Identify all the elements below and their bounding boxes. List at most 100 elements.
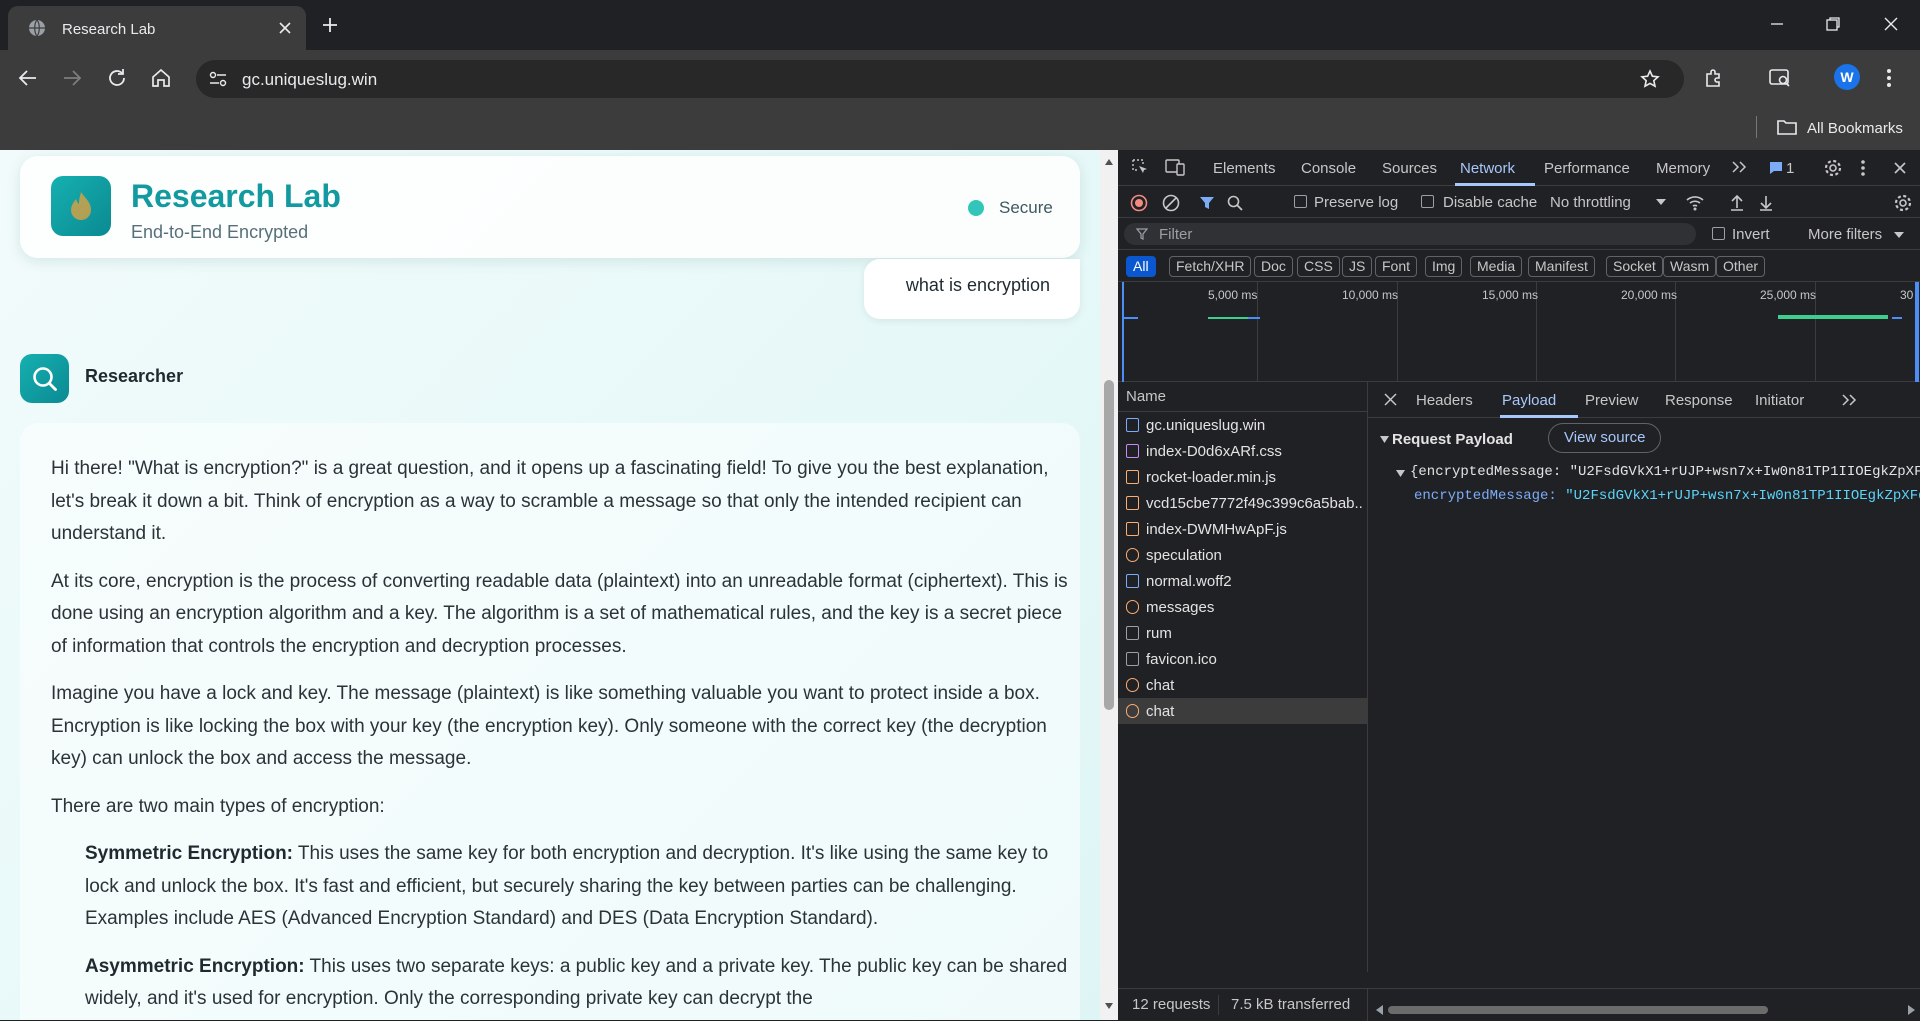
request-row[interactable]: chat <box>1118 672 1367 698</box>
new-tab-icon[interactable] <box>320 15 340 35</box>
request-row[interactable]: index-D0d6xARf.css <box>1118 438 1367 464</box>
scroll-left-arrow-icon[interactable] <box>1376 1005 1383 1015</box>
extensions-icon[interactable] <box>1703 67 1725 89</box>
disable-cache-checkbox[interactable] <box>1421 195 1434 208</box>
browser-tab[interactable]: Research Lab <box>8 6 306 50</box>
request-row[interactable]: index-DWMHwApF.js <box>1118 516 1367 542</box>
request-row[interactable]: favicon.ico <box>1118 646 1367 672</box>
address-bar[interactable]: gc.uniqueslug.win <box>196 60 1684 98</box>
type-filter-font[interactable]: Font <box>1375 256 1418 277</box>
more-filters-button[interactable]: More filters <box>1808 226 1882 243</box>
devtools-tab-memory[interactable]: Memory <box>1656 160 1710 177</box>
browser-menu-icon[interactable] <box>1886 67 1892 89</box>
issues-count[interactable]: 1 <box>1786 160 1794 177</box>
request-list: gc.uniqueslug.win index-D0d6xARf.css roc… <box>1118 412 1368 972</box>
dropdown-arrow-icon[interactable] <box>1656 199 1666 205</box>
site-settings-icon[interactable] <box>209 71 227 87</box>
detail-tab-preview[interactable]: Preview <box>1585 392 1638 409</box>
devtools-tab-elements[interactable]: Elements <box>1213 160 1276 177</box>
type-filter-doc[interactable]: Doc <box>1254 256 1293 277</box>
bookmark-star-icon[interactable] <box>1640 69 1660 89</box>
reload-icon[interactable] <box>106 67 128 89</box>
request-name: rum <box>1146 625 1172 642</box>
request-payload-title[interactable]: Request Payload <box>1392 431 1513 448</box>
type-filter-fetch-xhr[interactable]: Fetch/XHR <box>1169 256 1252 277</box>
type-filter-media[interactable]: Media <box>1470 256 1523 277</box>
detail-tab-payload[interactable]: Payload <box>1502 392 1556 409</box>
close-window-icon[interactable] <box>1882 15 1900 33</box>
divider <box>1756 116 1757 138</box>
close-tab-icon[interactable] <box>278 21 292 35</box>
import-har-icon[interactable] <box>1729 194 1745 212</box>
request-row[interactable]: normal.woff2 <box>1118 568 1367 594</box>
request-row[interactable]: vcd15cbe7772f49c399c6a5bab... <box>1118 490 1367 516</box>
page-scrollbar[interactable] <box>1100 150 1118 1020</box>
preserve-log-checkbox[interactable] <box>1294 195 1307 208</box>
inspect-element-icon[interactable] <box>1130 157 1150 177</box>
dropdown-arrow-icon[interactable] <box>1894 232 1904 238</box>
detail-tab-headers[interactable]: Headers <box>1416 392 1473 409</box>
devtools-tab-console[interactable]: Console <box>1301 160 1356 177</box>
expand-triangle-icon[interactable] <box>1380 436 1389 443</box>
scroll-right-arrow-icon[interactable] <box>1908 1005 1915 1015</box>
devtools-tab-bar: Elements Console Sources Network Perform… <box>1118 150 1920 186</box>
detail-tab-initiator[interactable]: Initiator <box>1755 392 1804 409</box>
request-row[interactable]: speculation <box>1118 542 1367 568</box>
detail-tab-response[interactable]: Response <box>1665 392 1733 409</box>
type-filter-all[interactable]: All <box>1126 256 1156 277</box>
back-icon[interactable] <box>17 67 39 89</box>
request-row[interactable]: rum <box>1118 620 1367 646</box>
devtools-tab-performance[interactable]: Performance <box>1544 160 1630 177</box>
type-filter-css[interactable]: CSS <box>1297 256 1340 277</box>
tab-search-icon[interactable] <box>1768 67 1792 89</box>
export-har-icon[interactable] <box>1758 194 1774 212</box>
scroll-up-arrow-icon[interactable] <box>1104 158 1114 166</box>
network-conditions-icon[interactable] <box>1685 194 1705 212</box>
minimize-icon[interactable] <box>1768 15 1786 33</box>
request-name: rocket-loader.min.js <box>1146 469 1277 486</box>
type-filter-manifest[interactable]: Manifest <box>1528 256 1595 277</box>
search-icon[interactable] <box>1226 194 1244 212</box>
network-settings-icon[interactable] <box>1893 193 1913 213</box>
type-filter-socket[interactable]: Socket <box>1606 256 1663 277</box>
request-row[interactable]: rocket-loader.min.js <box>1118 464 1367 490</box>
type-filter-img[interactable]: Img <box>1425 256 1463 277</box>
home-icon[interactable] <box>150 67 172 89</box>
restore-icon[interactable] <box>1824 15 1842 33</box>
view-source-button[interactable]: View source <box>1548 423 1662 453</box>
devtools-menu-icon[interactable] <box>1860 159 1866 177</box>
more-tabs-chevron-icon[interactable] <box>1730 159 1748 175</box>
all-bookmarks-button[interactable]: All Bookmarks <box>1807 120 1903 137</box>
forward-icon[interactable] <box>61 67 83 89</box>
device-toolbar-icon[interactable] <box>1164 157 1186 177</box>
record-stop-icon[interactable] <box>1130 194 1148 212</box>
expand-triangle-icon[interactable] <box>1396 470 1405 477</box>
type-filter-wasm[interactable]: Wasm <box>1663 256 1717 277</box>
clear-icon[interactable] <box>1162 194 1180 212</box>
devtools-tab-sources[interactable]: Sources <box>1382 160 1437 177</box>
filter-funnel-icon[interactable] <box>1198 194 1216 212</box>
scrollbar-thumb[interactable] <box>1104 380 1114 710</box>
filter-funnel-icon <box>1136 228 1148 240</box>
request-row[interactable]: messages <box>1118 594 1367 620</box>
throttling-select[interactable]: No throttling <box>1550 194 1631 211</box>
invert-checkbox[interactable] <box>1712 227 1725 240</box>
close-detail-icon[interactable] <box>1384 393 1397 406</box>
devtools-settings-icon[interactable] <box>1823 158 1843 178</box>
request-row[interactable]: gc.uniqueslug.win <box>1118 412 1367 438</box>
type-filter-js[interactable]: JS <box>1342 256 1373 277</box>
timeline-end-marker[interactable] <box>1915 282 1919 382</box>
more-detail-tabs-chevron-icon[interactable] <box>1840 392 1858 408</box>
bookmarks-bar: All Bookmarks <box>0 106 1920 150</box>
scroll-down-arrow-icon[interactable] <box>1104 1002 1114 1010</box>
name-column-header[interactable]: Name <box>1126 388 1166 405</box>
request-row-selected[interactable]: chat <box>1118 698 1367 724</box>
type-filter-other[interactable]: Other <box>1716 256 1766 277</box>
horizontal-scrollbar-thumb[interactable] <box>1388 1006 1768 1014</box>
issues-icon[interactable] <box>1768 160 1784 176</box>
network-timeline[interactable]: 5,000 ms 10,000 ms 15,000 ms 20,000 ms 2… <box>1118 282 1920 382</box>
devtools-tab-network[interactable]: Network <box>1460 160 1515 177</box>
profile-avatar[interactable]: W <box>1834 64 1860 90</box>
filter-input[interactable]: Filter <box>1124 223 1696 245</box>
close-devtools-icon[interactable] <box>1893 161 1907 175</box>
